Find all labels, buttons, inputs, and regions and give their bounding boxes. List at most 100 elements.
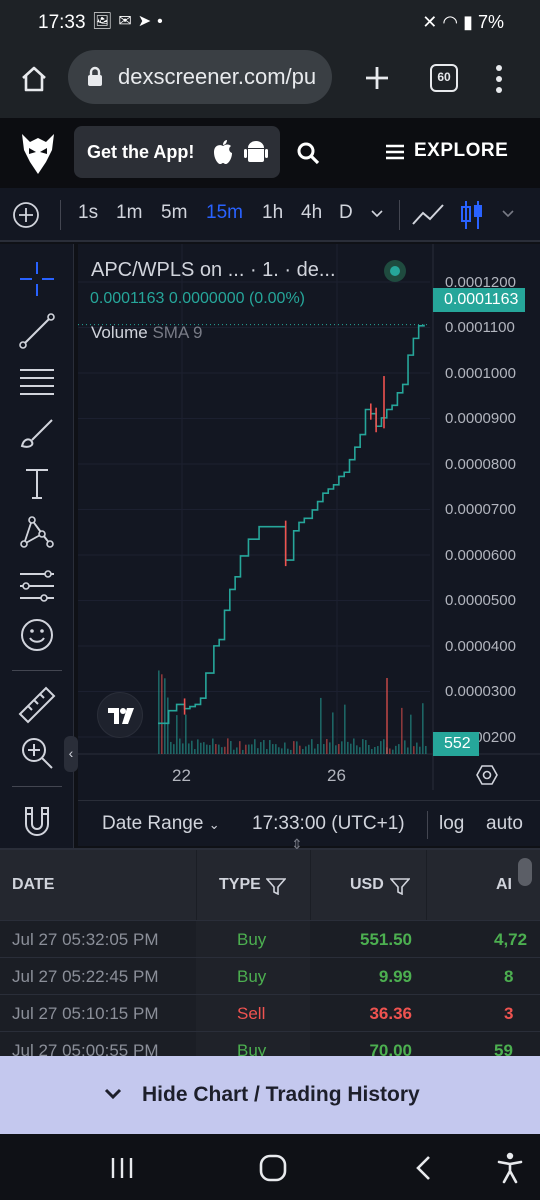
zoom-in-icon[interactable]: [16, 732, 58, 774]
status-bar: 17:33 🖼✉➤• ✕ ◠ ▮ 7%: [0, 0, 540, 44]
home-icon[interactable]: [19, 64, 49, 94]
log-scale-toggle[interactable]: log: [439, 813, 464, 835]
text-tool-icon[interactable]: [16, 462, 58, 504]
volume-bar: [389, 748, 391, 754]
chevron-down-icon[interactable]: [502, 210, 514, 218]
status-icons: ✕ ◠ ▮ 7%: [422, 12, 504, 33]
volume-bar: [263, 740, 265, 754]
timeframe-1s[interactable]: 1s: [78, 202, 98, 224]
timeframe-15m[interactable]: 15m: [206, 202, 243, 224]
volume-bar: [305, 746, 307, 754]
volume-bar: [422, 703, 424, 754]
new-tab-icon[interactable]: [364, 65, 390, 91]
emoji-icon[interactable]: [16, 614, 58, 656]
recent-apps-icon[interactable]: [110, 1156, 134, 1180]
volume-bar: [338, 743, 340, 754]
volume-bar: [227, 738, 229, 754]
hide-chart-button[interactable]: Hide Chart / Trading History: [0, 1056, 540, 1134]
magnet-icon[interactable]: [16, 800, 58, 842]
add-indicator-icon[interactable]: [12, 201, 40, 229]
volume-bar: [353, 738, 355, 754]
filter-icon[interactable]: [390, 878, 410, 895]
volume-bar: [281, 748, 283, 754]
date-range-button[interactable]: Date Range ⌄: [102, 813, 220, 835]
y-tick: 0.0000900: [445, 410, 516, 427]
url-text: dexscreener.com/pu: [118, 64, 317, 89]
table-row[interactable]: Jul 27 05:32:05 PM Buy 551.50 4,72: [0, 920, 540, 957]
crosshair-icon[interactable]: [16, 258, 58, 300]
trend-line-icon[interactable]: [16, 310, 58, 352]
ruler-icon[interactable]: [16, 684, 58, 726]
table-row[interactable]: Jul 27 05:00:55 PM Buy 70.00 59: [0, 1031, 540, 1056]
trade-date: Jul 27 05:00:55 PM: [12, 1041, 159, 1056]
get-app-label: Get the App!: [87, 142, 195, 162]
volume-bar: [290, 749, 292, 754]
timezone-button[interactable]: 17:33:00 (UTC+1): [252, 813, 405, 835]
tab-switcher-button[interactable]: 60: [430, 64, 458, 92]
volume-bar: [173, 744, 175, 754]
timeframe-4h[interactable]: 4h: [301, 202, 322, 224]
timeframe-1h[interactable]: 1h: [262, 202, 283, 224]
volume-bar: [296, 741, 298, 754]
more-menu-icon[interactable]: [494, 64, 504, 94]
browser-toolbar: dexscreener.com/pu 60: [0, 44, 540, 118]
table-row[interactable]: Jul 27 05:10:15 PM Sell 36.36 3: [0, 994, 540, 1031]
address-bar[interactable]: dexscreener.com/pu: [68, 50, 332, 104]
get-app-button[interactable]: Get the App!: [74, 126, 280, 178]
ohlc-readout: 0.0001163 0.0000000 (0.00%): [90, 290, 305, 307]
column-header-type[interactable]: TYPE: [219, 876, 261, 894]
volume-bar: [284, 742, 286, 754]
column-header-date[interactable]: DATE: [12, 876, 54, 894]
volume-legend[interactable]: Volume SMA 9: [91, 323, 203, 343]
accessibility-icon[interactable]: [497, 1152, 523, 1184]
auto-scale-toggle[interactable]: auto: [486, 813, 523, 835]
timeframe-5m[interactable]: 5m: [161, 202, 187, 224]
volume-label: Volume: [91, 323, 148, 342]
volume-bar: [218, 744, 220, 754]
trading-history-table: DATE TYPE USD AI Jul 27 05:32:05 PM Buy …: [0, 848, 540, 1056]
symbol-title[interactable]: APC/WPLS on ... · 1. · de...: [91, 259, 336, 282]
search-icon[interactable]: [296, 141, 320, 165]
back-icon[interactable]: [414, 1155, 432, 1181]
table-row[interactable]: Jul 27 05:22:45 PM Buy 9.99 8: [0, 957, 540, 994]
pattern-icon[interactable]: [16, 512, 58, 554]
explore-button[interactable]: EXPLORE: [414, 140, 508, 162]
tradingview-logo[interactable]: [97, 692, 143, 738]
drawing-tools-panel: [0, 244, 74, 848]
line-chart-icon[interactable]: [411, 201, 445, 227]
table-scrollbar[interactable]: [518, 858, 532, 886]
column-header-usd[interactable]: USD: [350, 876, 384, 894]
filter-icon[interactable]: [266, 878, 286, 895]
column-header-amount[interactable]: AI: [496, 876, 512, 894]
brush-icon[interactable]: [16, 412, 58, 454]
volume-bar: [182, 743, 184, 754]
timeframe-d[interactable]: D: [339, 202, 353, 224]
table-header: DATE TYPE USD AI: [0, 850, 540, 920]
x-tick: 22: [172, 766, 191, 785]
candles-icon[interactable]: [459, 199, 485, 231]
divider: [60, 200, 61, 230]
volume-bar: [269, 740, 271, 754]
volume-bar: [359, 747, 361, 754]
collapse-toolbar-handle[interactable]: ‹: [64, 736, 78, 772]
header-divider: [310, 850, 311, 920]
price-chart[interactable]: APC/WPLS on ... · 1. · de... 0.0001163 0…: [78, 244, 540, 844]
trade-date: Jul 27 05:10:15 PM: [12, 1004, 159, 1023]
trade-usd: 36.36: [369, 1004, 412, 1023]
volume-bar: [299, 745, 301, 754]
timeframe-1m[interactable]: 1m: [116, 202, 142, 224]
volume-bar: [170, 741, 172, 754]
volume-bar: [326, 739, 328, 754]
y-tick: 0.0001000: [445, 365, 516, 382]
chevron-down-icon[interactable]: [371, 210, 383, 218]
resize-handle[interactable]: ⇕: [290, 837, 304, 864]
trade-usd: 551.50: [360, 930, 412, 949]
volume-bar: [224, 746, 226, 754]
forecast-icon[interactable]: [16, 564, 58, 606]
menu-icon[interactable]: [386, 144, 404, 160]
dexscreener-logo[interactable]: [18, 130, 58, 176]
home-nav-icon[interactable]: [259, 1154, 287, 1182]
volume-bar: [275, 744, 277, 754]
fib-levels-icon[interactable]: [16, 360, 58, 402]
chart-settings-icon[interactable]: [476, 764, 498, 786]
